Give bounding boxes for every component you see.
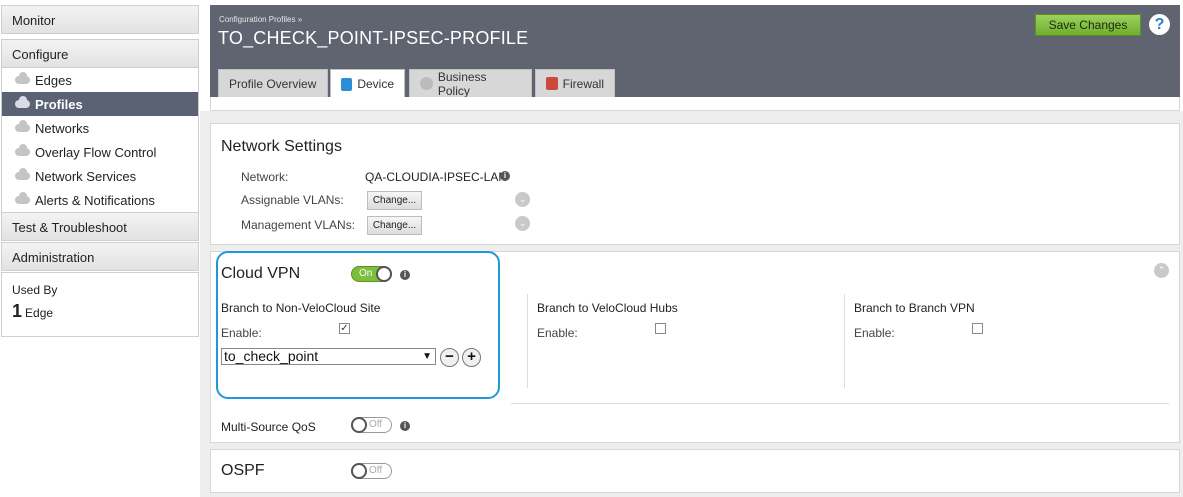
cloud-icon (15, 168, 30, 180)
sidebar-item-edges[interactable]: Edges (2, 68, 198, 92)
sidebar-item-overlay-flow-control[interactable]: Overlay Flow Control (2, 140, 198, 164)
save-changes-button[interactable]: Save Changes (1035, 14, 1141, 36)
sidebar-item-network-services[interactable]: Network Services (2, 164, 198, 188)
info-icon[interactable]: i (400, 421, 410, 431)
page-title: TO_CHECK_POINT-IPSEC-PROFILE (218, 28, 529, 48)
management-vlans-change-button[interactable]: Change... (367, 216, 422, 235)
sidebar: Monitor Configure Edges Profiles Network… (0, 0, 200, 497)
tab-device[interactable]: Device (330, 69, 405, 98)
chevron-up-icon[interactable]: ⌃ (1154, 263, 1169, 278)
firewall-icon (546, 77, 558, 90)
column-divider (527, 294, 528, 388)
sidebar-item-alerts[interactable]: Alerts & Notifications (2, 188, 198, 212)
tab-profile-overview[interactable]: Profile Overview (218, 69, 328, 97)
sidebar-administration[interactable]: Administration (1, 242, 199, 271)
branch-to-branch-enable-checkbox[interactable] (972, 323, 983, 334)
used-by-box: Used By 1 Edge (1, 272, 199, 337)
used-by-label: Used By (12, 283, 58, 297)
network-settings-title: Network Settings (221, 138, 342, 155)
sidebar-item-networks[interactable]: Networks (2, 116, 198, 140)
velocloud-hubs-title: Branch to VeloCloud Hubs (537, 301, 678, 315)
sidebar-test-troubleshoot[interactable]: Test & Troubleshoot (1, 212, 199, 241)
enable-label: Enable: (854, 326, 895, 340)
sidebar-configure[interactable]: Configure (1, 39, 199, 68)
cloud-icon (15, 120, 30, 132)
enable-label: Enable: (537, 326, 578, 340)
help-icon[interactable]: ? (1149, 14, 1170, 35)
ospf-panel: OSPF Off (210, 449, 1180, 493)
ospf-toggle[interactable]: Off (351, 463, 392, 479)
network-label: Network: (241, 170, 289, 184)
ospf-title: OSPF (221, 462, 265, 479)
cloud-vpn-highlight (216, 251, 500, 399)
tab-business-policy[interactable]: Business Policy (409, 69, 532, 98)
network-value: QA-CLOUDIA-IPSEC-LAN (365, 170, 508, 184)
profile-header: Configuration Profiles » TO_CHECK_POINT-… (210, 5, 1180, 60)
cloud-icon (15, 144, 30, 156)
cloud-icon (15, 72, 30, 84)
tab-firewall[interactable]: Firewall (535, 69, 615, 97)
cloud-icon (15, 96, 30, 108)
section-divider (511, 403, 1169, 404)
ribbon-icon (420, 77, 433, 90)
network-settings-panel: Network Settings Network: QA-CLOUDIA-IPS… (210, 123, 1180, 245)
sidebar-monitor[interactable]: Monitor (1, 5, 199, 34)
column-divider (844, 294, 845, 388)
chevron-down-icon[interactable]: ⌄ (515, 216, 530, 231)
sidebar-item-profiles[interactable]: Profiles (2, 92, 198, 116)
tab-bar: Profile Overview Device Business Policy … (210, 60, 1180, 98)
assignable-vlans-label: Assignable VLANs: (241, 193, 344, 207)
breadcrumb[interactable]: Configuration Profiles » (219, 15, 302, 24)
tab-content-strip (210, 97, 1180, 111)
velocloud-hubs-enable-checkbox[interactable] (655, 323, 666, 334)
multi-source-qos-toggle[interactable]: Off (351, 417, 392, 433)
chevron-down-icon[interactable]: ⌄ (515, 192, 530, 207)
assignable-vlans-change-button[interactable]: Change... (367, 191, 422, 210)
used-by-count[interactable]: 1 Edge (12, 301, 188, 322)
info-icon[interactable]: i (500, 171, 510, 181)
wrench-icon (341, 77, 353, 91)
cloud-icon (15, 192, 30, 204)
multi-source-qos-label: Multi-Source QoS (221, 420, 316, 434)
branch-to-branch-title: Branch to Branch VPN (854, 301, 975, 315)
management-vlans-label: Management VLANs: (241, 218, 356, 232)
sidebar-configure-list: Edges Profiles Networks Overlay Flow Con… (1, 68, 199, 212)
